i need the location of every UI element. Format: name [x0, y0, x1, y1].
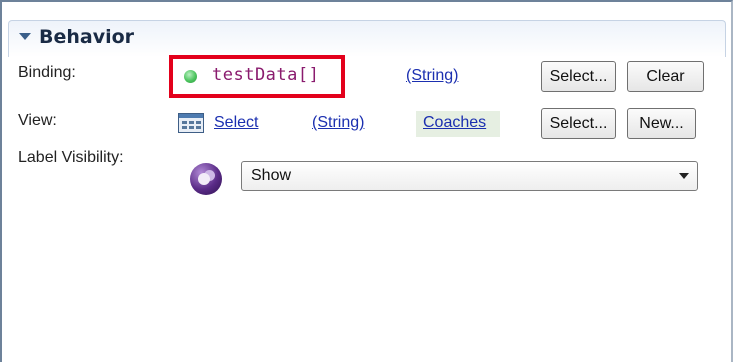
binding-label: Binding: — [18, 64, 76, 81]
view-select-link[interactable]: Select — [214, 113, 258, 133]
label-visibility-value: Show — [251, 167, 292, 184]
binding-type-link[interactable]: (String) — [406, 66, 458, 86]
view-label: View: — [18, 112, 57, 129]
view-type-link[interactable]: (String) — [312, 113, 364, 133]
visibility-icon — [190, 163, 222, 195]
clear-button[interactable]: Clear — [627, 61, 704, 92]
coaches-link[interactable]: Coaches — [423, 113, 486, 133]
green-dot-icon — [184, 70, 197, 83]
view-table-icon — [178, 113, 204, 133]
label-visibility-select[interactable]: Show — [241, 161, 698, 191]
new-button[interactable]: New... — [627, 108, 696, 139]
label-visibility-label: Label Visibility: — [18, 149, 124, 166]
dropdown-arrow-icon[interactable] — [679, 173, 689, 179]
binding-variable[interactable]: testData[] — [212, 65, 319, 85]
section-title: Behavior — [39, 26, 135, 48]
view-select-button[interactable]: Select... — [541, 108, 616, 139]
behavior-section-header[interactable]: Behavior — [8, 20, 726, 57]
chevron-down-icon[interactable] — [19, 33, 31, 40]
binding-select-button[interactable]: Select... — [541, 61, 616, 92]
